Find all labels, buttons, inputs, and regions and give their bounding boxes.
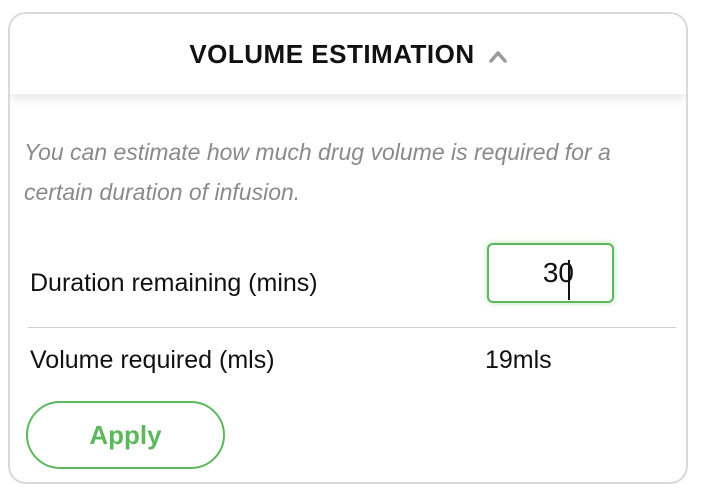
text-caret [568,260,570,300]
volume-value: 19mls [485,346,552,374]
description-text: You can estimate how much drug volume is… [24,139,611,205]
panel-header[interactable]: VOLUME ESTIMATION [10,14,686,94]
apply-button[interactable]: Apply [26,401,225,469]
row-divider [28,327,676,328]
chevron-up-icon[interactable] [488,48,507,66]
volume-estimation-panel: VOLUME ESTIMATION You can estimate how m… [8,12,688,484]
volume-label: Volume required (mls) [30,346,275,374]
duration-input[interactable] [487,243,614,303]
duration-label: Duration remaining (mins) [30,269,318,297]
panel-title: VOLUME ESTIMATION [189,38,475,69]
